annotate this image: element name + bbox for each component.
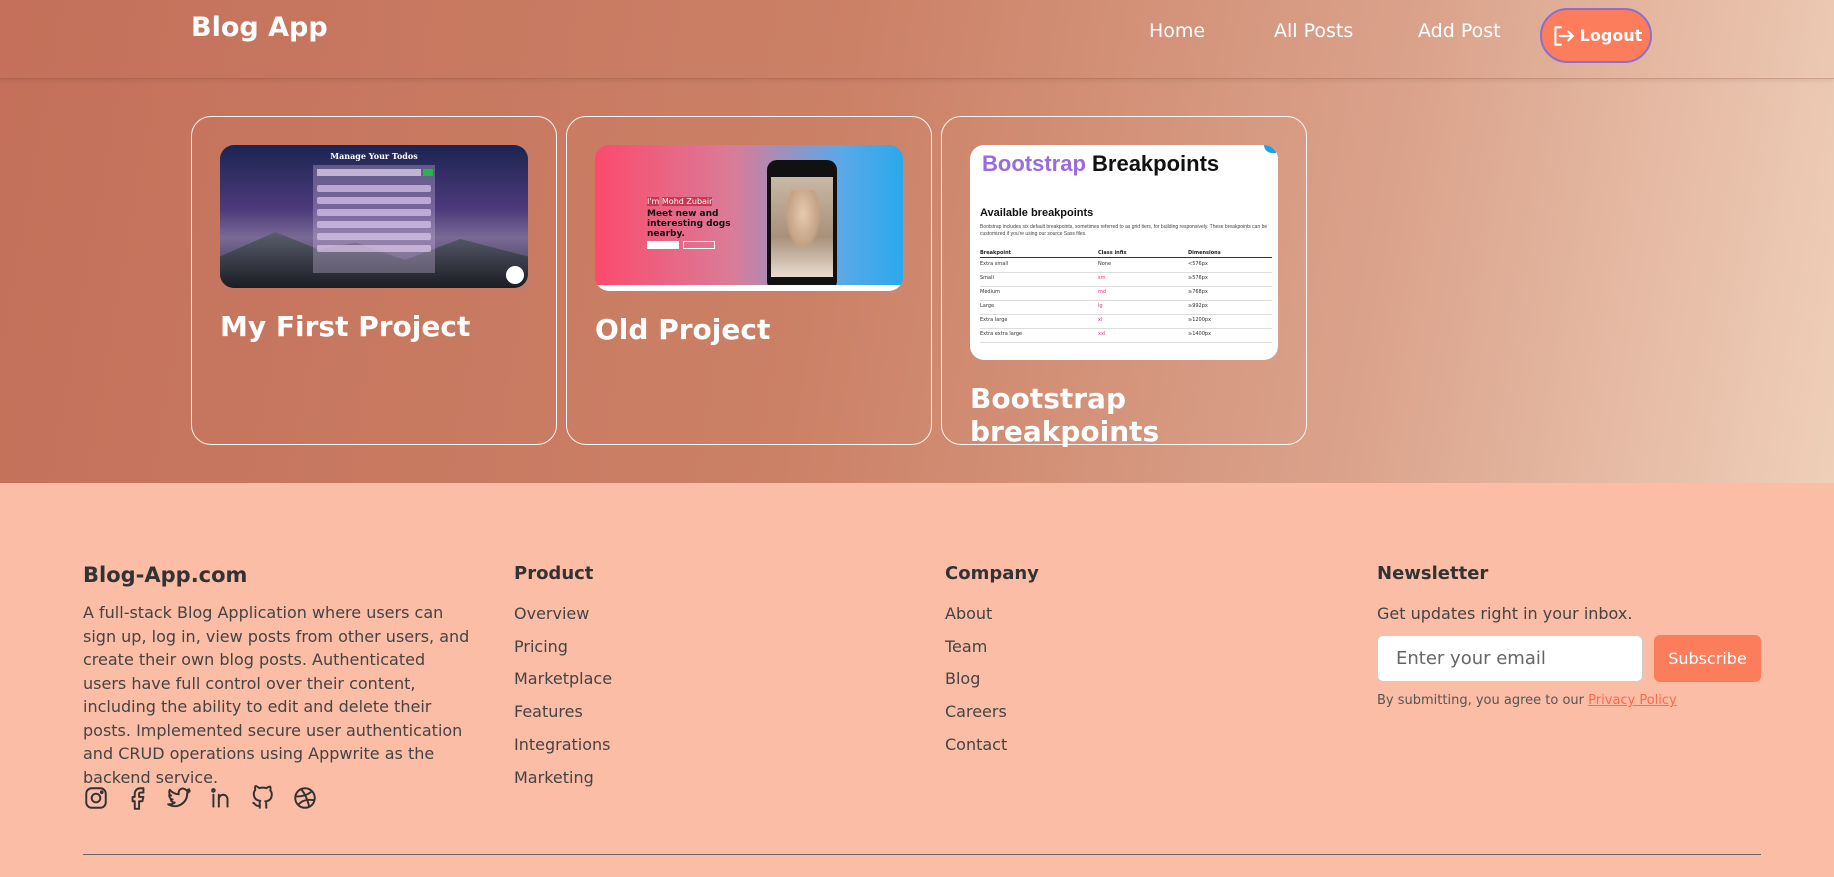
footer-link-marketplace[interactable]: Marketplace [514, 669, 612, 688]
post-thumbnail: Manage Your Todos [220, 145, 528, 288]
thumb-table-row: Large lg ≥992px [980, 303, 1272, 315]
thumb-table-row: Small sm ≥576px [980, 275, 1272, 287]
todo-input-graphic [317, 169, 421, 176]
logout-icon [1553, 25, 1574, 46]
thumb-table-row: Medium md ≥768px [980, 289, 1272, 301]
nav-home-link[interactable]: Home [1149, 20, 1205, 42]
footer-link-contact[interactable]: Contact [945, 735, 1007, 754]
post-card[interactable]: Manage Your Todos My First Project [191, 116, 557, 445]
footer-link-pricing[interactable]: Pricing [514, 637, 568, 656]
newsletter-terms: By submitting, you agree to our Privacy … [1377, 693, 1677, 708]
corner-dot-graphic [1264, 145, 1276, 153]
footer-link-integrations[interactable]: Integrations [514, 735, 611, 754]
email-field[interactable] [1377, 635, 1643, 682]
badge-graphic [506, 266, 524, 284]
footer-brand: Blog-App.com [83, 563, 248, 587]
thumb-button-graphic [647, 241, 679, 249]
todo-row-graphic [317, 185, 431, 192]
newsletter-text: Get updates right in your inbox. [1377, 604, 1633, 623]
github-icon[interactable] [250, 785, 276, 811]
todo-row-graphic [317, 197, 431, 204]
post-title[interactable]: My First Project [220, 310, 470, 343]
logout-button[interactable]: Logout [1540, 8, 1652, 63]
facebook-icon[interactable] [125, 785, 151, 811]
todo-panel-graphic [313, 165, 435, 273]
main-area: Blog App Home All Posts Add Post Logout … [0, 0, 1834, 483]
thumb-table-row: Extra extra large xxl ≥1400px [980, 331, 1272, 343]
dribbble-icon[interactable] [292, 785, 318, 811]
todo-row-graphic [317, 233, 431, 240]
thumb-hero-name: I'm Mohd Zubair [647, 197, 713, 206]
twitter-icon[interactable] [166, 785, 192, 811]
company-heading: Company [945, 563, 1039, 584]
subscribe-button[interactable]: Subscribe [1654, 635, 1761, 682]
thumb-title: Bootstrap Breakpoints [982, 151, 1220, 176]
thumb-bottom-bar [595, 285, 903, 291]
product-heading: Product [514, 563, 594, 584]
terms-text: By submitting, you agree to our [1377, 693, 1584, 708]
privacy-policy-link[interactable]: Privacy Policy [1588, 693, 1677, 708]
post-thumbnail: Bootstrap Breakpoints Available breakpoi… [970, 145, 1278, 360]
footer-link-overview[interactable]: Overview [514, 604, 589, 623]
thumb-caption: Manage Your Todos [330, 151, 418, 161]
instagram-icon[interactable] [83, 785, 109, 811]
logout-label: Logout [1579, 26, 1643, 45]
newsletter-heading: Newsletter [1377, 563, 1489, 584]
footer-link-blog[interactable]: Blog [945, 669, 980, 688]
nav-add-post-link[interactable]: Add Post [1418, 20, 1501, 42]
brand-logo[interactable]: Blog App [191, 12, 328, 43]
footer-link-marketing[interactable]: Marketing [514, 768, 594, 787]
footer: Blog-App.com A full-stack Blog Applicati… [0, 483, 1834, 877]
footer-divider [83, 854, 1761, 855]
footer-link-features[interactable]: Features [514, 702, 583, 721]
post-card[interactable]: Bootstrap Breakpoints Available breakpoi… [941, 116, 1307, 448]
thumb-button-graphic [683, 241, 715, 249]
thumb-table-row: Extra large xl ≥1200px [980, 317, 1272, 329]
post-thumbnail: I'm Mohd Zubair Meet new and interesting… [595, 145, 903, 291]
footer-link-about[interactable]: About [945, 604, 992, 623]
todo-add-graphic [423, 169, 433, 176]
nav-all-posts-link[interactable]: All Posts [1274, 20, 1353, 42]
thumb-hero-text: Meet new and interesting dogs nearby. [647, 209, 731, 239]
dog-photo-graphic [785, 190, 821, 250]
post-title[interactable]: Old Project [595, 313, 770, 346]
thumb-table-row: Extra small None <576px [980, 261, 1272, 273]
thumb-subtitle: Available breakpoints [980, 207, 1094, 219]
thumb-table-header: Breakpoint Class infix Dimensions [980, 250, 1272, 258]
footer-about-text: A full-stack Blog Application where user… [83, 603, 470, 787]
footer-link-team[interactable]: Team [945, 637, 987, 656]
post-card[interactable]: I'm Mohd Zubair Meet new and interesting… [566, 116, 932, 445]
todo-row-graphic [317, 209, 431, 216]
navbar: Blog App Home All Posts Add Post Logout [0, 0, 1834, 79]
footer-link-careers[interactable]: Careers [945, 702, 1007, 721]
linkedin-icon[interactable] [208, 785, 234, 811]
thumb-description: Bootstrap includes six default breakpoin… [980, 224, 1268, 237]
todo-row-graphic [317, 221, 431, 228]
post-title[interactable]: Bootstrap breakpoints [970, 382, 1306, 448]
todo-row-graphic [317, 245, 431, 252]
